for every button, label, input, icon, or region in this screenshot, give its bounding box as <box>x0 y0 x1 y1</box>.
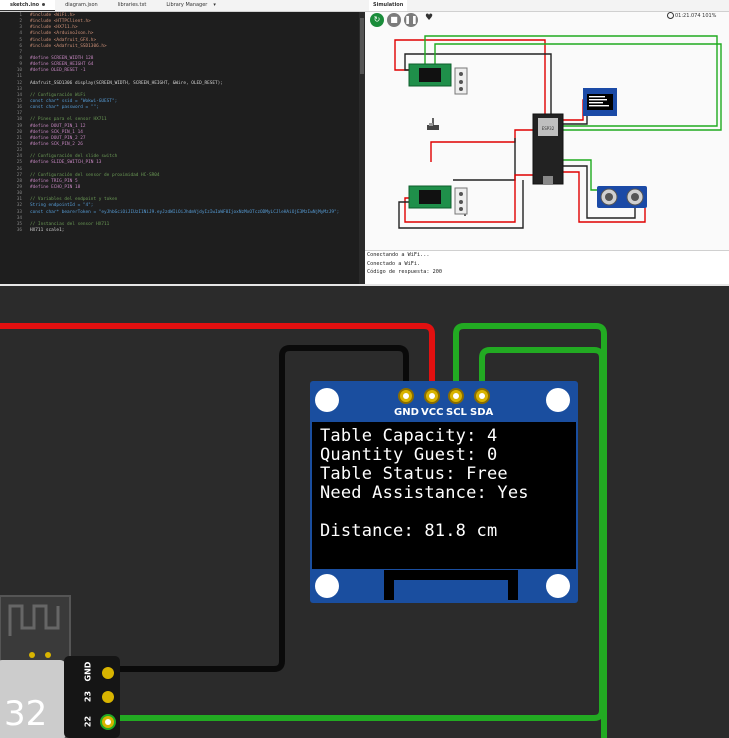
scrollbar-thumb[interactable] <box>360 18 364 74</box>
mount-hole <box>546 388 570 412</box>
timer-speed: 101% <box>702 13 717 19</box>
stop-button[interactable]: ■ <box>387 13 401 27</box>
code-text: #include <Adafruit_SSD1306.h> <box>30 43 107 49</box>
tab-libraries-txt[interactable]: libraries.txt <box>108 0 157 11</box>
serial-line: Conectando a WiFi... <box>367 252 430 258</box>
serial-monitor[interactable]: Conectando a WiFi... Conectado a WiFi. C… <box>365 250 729 285</box>
tab-diagram-json[interactable]: diagram.json <box>55 0 108 11</box>
code-text: #define OLED_RESET -1 <box>30 68 86 74</box>
wire <box>563 159 601 191</box>
oled-line <box>320 503 570 522</box>
esp-pin-23 <box>102 691 114 703</box>
oled-display-text: Table Capacity: 4 Quantity Guest: 0 Tabl… <box>320 427 570 541</box>
tab-sketch-ino[interactable]: sketch.ino <box>0 0 56 11</box>
tab-label: Library Manager <box>166 2 208 8</box>
oled-pin-label-gnd: GND <box>394 407 419 418</box>
oled-line: Need Assistance: Yes <box>320 483 529 503</box>
code-text: const char* bearerToken = "eyJhbGciOiJIU… <box>30 209 340 215</box>
code-text: Adafruit_SSD1306 display(SCREEN_WIDTH, S… <box>30 80 223 86</box>
top-screenshot: sketch.ino diagram.json libraries.txt Li… <box>0 0 729 285</box>
esp-pin-label-23: 23 <box>83 690 93 703</box>
editor-tab-bar: sketch.ino diagram.json libraries.txt Li… <box>0 0 365 12</box>
circuit-diagram: ESP32 <box>394 35 722 229</box>
tab-library-manager[interactable]: Library Manager ▾ <box>156 0 226 11</box>
serial-line: Conectado a WiFi. <box>367 260 421 267</box>
oled-pin-label-sda: SDA <box>470 407 494 418</box>
oled-pin-label-scl: SCL <box>446 407 467 418</box>
heart-icon[interactable]: ♥ <box>425 13 433 23</box>
simulation-panel: Simulation ↻ ■ ❚❚ ♥ 01:21.074 101% ESP32… <box>365 0 729 285</box>
sim-timer: 01:21.074 101% <box>667 12 716 19</box>
mount-hole <box>315 388 339 412</box>
code-text: HX711 scale1; <box>30 227 65 233</box>
oled-line: Distance: 81.8 cm <box>320 521 498 541</box>
wire <box>424 35 718 127</box>
zoomed-circuit-view: GND VCC SCL SDA Table Capacity: 4 Quanti… <box>0 286 729 738</box>
code-text: #define ECHO_PIN 18 <box>30 184 81 190</box>
code-line[interactable]: 33 const char* bearerToken = "eyJhbGciOiJ… <box>0 210 360 216</box>
oled-pin-label-vcc: VCC <box>421 407 444 418</box>
unsaved-dot-icon <box>42 3 46 6</box>
pause-button[interactable]: ❚❚ <box>404 13 418 27</box>
esp32-label: ESP32 <box>542 126 555 131</box>
oled-line: Quantity Guest: 0 <box>320 445 498 465</box>
oled-line: Table Status: Free <box>320 464 508 484</box>
code-text: #define SCK_PIN_2 26 <box>30 141 83 147</box>
tab-simulation[interactable]: Simulation <box>369 0 408 11</box>
esp32-model-text: 32 <box>4 694 48 734</box>
mount-hole <box>315 574 339 598</box>
timer-value: 01:21.074 <box>675 13 701 19</box>
esp-pin-label-gnd: GND <box>83 661 93 682</box>
tab-label: sketch.ino <box>10 2 40 8</box>
simulation-tab-bar: Simulation <box>365 0 729 12</box>
mount-hole <box>546 574 570 598</box>
code-text: #define SLIDE_SWITCH_PIN 13 <box>30 160 102 166</box>
chevron-down-icon[interactable]: ▾ <box>213 0 216 11</box>
clock-icon <box>667 12 674 19</box>
hx711-chip <box>419 68 441 82</box>
code-area[interactable]: 1 #include <WiFi.h> 2 #include <HTTPClient.… <box>0 13 360 284</box>
code-line[interactable]: 36 HX711 scale1; <box>0 228 360 234</box>
esp-pin-gnd <box>102 667 114 679</box>
esp-pin-label-22: 22 <box>83 715 93 728</box>
tab-label: diagram.json <box>65 2 98 8</box>
wire <box>434 43 722 131</box>
circuit-canvas[interactable]: ESP32 <box>365 30 729 249</box>
oled-line: Table Capacity: 4 <box>320 426 498 446</box>
tab-label: libraries.txt <box>117 2 147 8</box>
line-number: 36 <box>16 227 22 233</box>
code-editor: sketch.ino diagram.json libraries.txt Li… <box>0 0 365 284</box>
wire <box>430 129 535 162</box>
wire <box>453 138 516 181</box>
code-text: const char* password = ""; <box>30 105 99 111</box>
serial-line: Código de respuesta: 200 <box>367 269 442 275</box>
restart-button[interactable]: ↻ <box>370 13 384 27</box>
